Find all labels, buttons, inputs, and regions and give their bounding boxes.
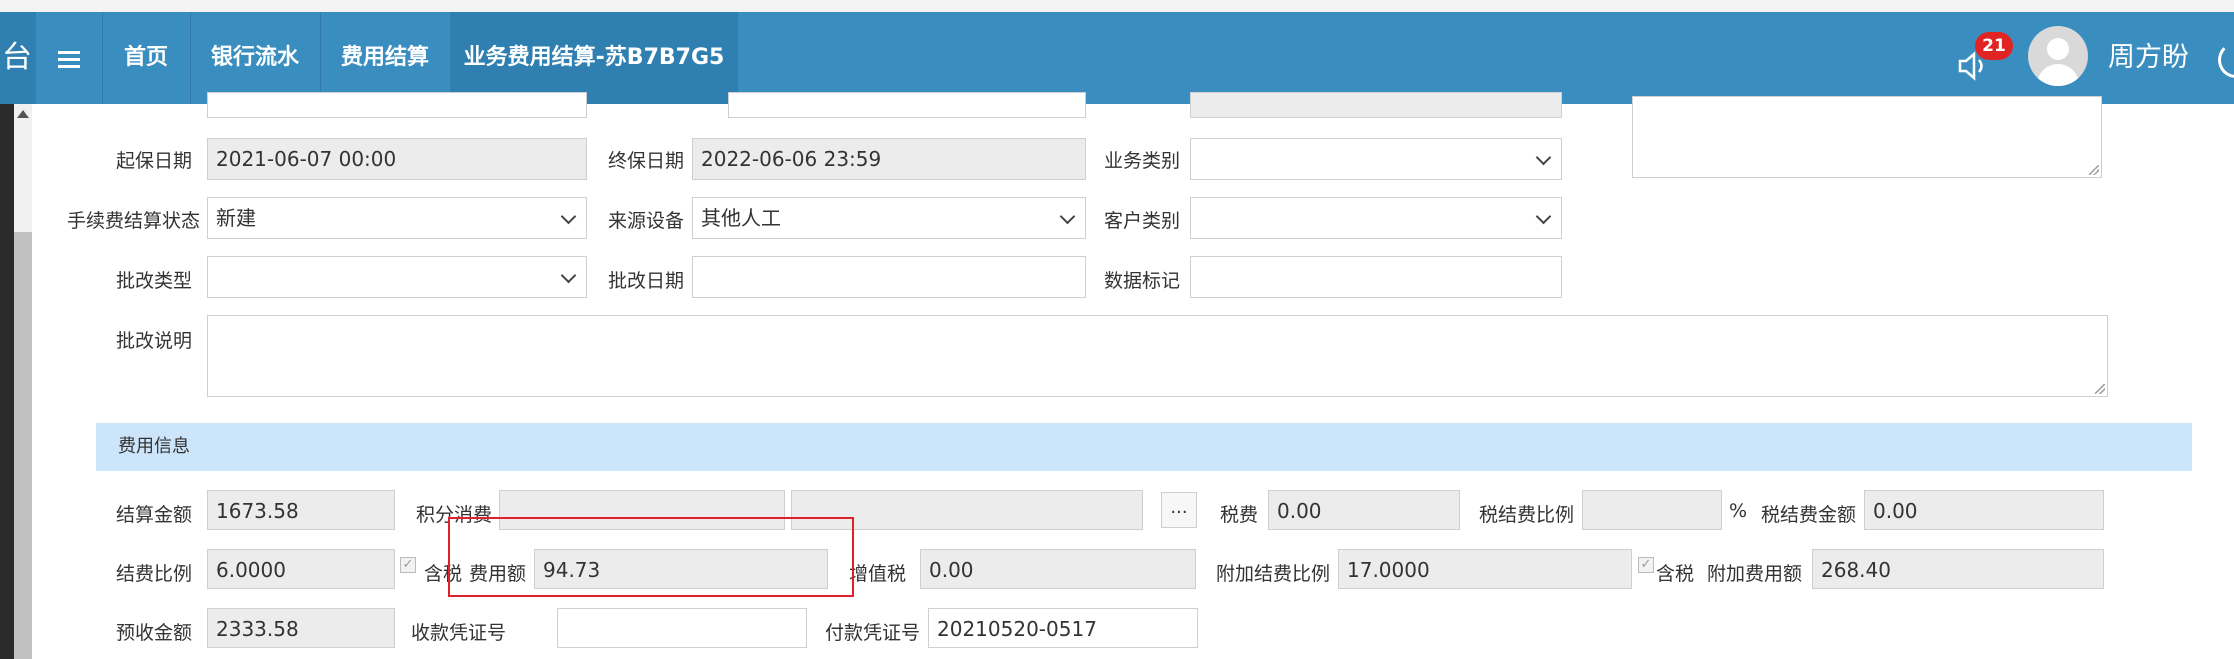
partial-field xyxy=(1190,92,1562,118)
source-device-select[interactable]: 其他人工 xyxy=(692,197,1086,239)
extra-amount-label: 附加费用额 xyxy=(1706,563,1802,585)
nav-item-fee-settlement[interactable]: 费用结算 xyxy=(320,12,450,104)
start-date-label: 起保日期 xyxy=(115,150,192,172)
endorse-desc-textarea[interactable] xyxy=(207,315,2108,397)
fee-ratio-field[interactable]: 6.0000 xyxy=(207,549,395,589)
chevron-down-icon xyxy=(560,267,577,284)
remark-textarea[interactable] xyxy=(1632,96,2102,178)
scroll-up-arrow-icon[interactable] xyxy=(17,110,29,118)
data-mark-field[interactable] xyxy=(1190,256,1562,298)
tax-settle-label: 税结费金额 xyxy=(1760,504,1856,526)
nav-left-stub[interactable]: 台 xyxy=(0,12,36,104)
tax-label: 税费 xyxy=(1219,504,1258,526)
nav-item-bank-flow[interactable]: 银行流水 xyxy=(190,12,320,104)
fee-ratio-label: 结费比例 xyxy=(115,563,192,585)
chevron-down-icon xyxy=(1535,149,1552,166)
section-title: 费用信息 xyxy=(118,436,190,457)
endorse-desc-label: 批改说明 xyxy=(115,330,192,352)
source-device-value: 其他人工 xyxy=(701,206,781,230)
end-date-label: 终保日期 xyxy=(607,150,684,172)
fee-status-label: 手续费结算状态 xyxy=(66,210,200,232)
nav-item-business-fee-tab[interactable]: 业务费用结算-苏B7B7G5 xyxy=(450,12,738,104)
customer-type-select[interactable] xyxy=(1190,197,1562,239)
data-mark-label: 数据标记 xyxy=(1103,270,1180,292)
points-lookup-button[interactable]: ... xyxy=(1161,492,1197,528)
fee-info-section-header: 费用信息 xyxy=(96,423,2192,471)
tax-included-label-2: 含税 xyxy=(1656,563,1695,585)
payment-voucher-field[interactable]: 20210520-0517 xyxy=(928,608,1198,648)
partial-field xyxy=(728,92,1086,118)
tax-ratio-unit: % xyxy=(1729,500,1748,522)
top-navbar: 台 首页 银行流水 费用结算 业务费用结算-苏B7B7G5 21 周方盼 xyxy=(0,12,2234,104)
chevron-down-icon xyxy=(1535,208,1552,225)
highlight-box xyxy=(448,517,854,597)
receipt-voucher-label: 收款凭证号 xyxy=(410,622,506,644)
fee-status-value: 新建 xyxy=(216,206,256,230)
username[interactable]: 周方盼 xyxy=(2108,12,2189,104)
extra-amount-field[interactable]: 268.40 xyxy=(1812,549,2104,589)
tax-ratio-label: 税结费比例 xyxy=(1478,504,1574,526)
notification-badge[interactable]: 21 xyxy=(1975,32,2013,60)
tax-field[interactable]: 0.00 xyxy=(1268,490,1460,530)
avatar[interactable] xyxy=(2028,26,2088,86)
source-device-label: 来源设备 xyxy=(607,210,684,232)
tax-included-checkbox-2[interactable]: ✓ xyxy=(1638,557,1654,573)
scrollbar-thumb[interactable] xyxy=(14,232,32,659)
endorse-date-label: 批改日期 xyxy=(607,270,684,292)
vat-field[interactable]: 0.00 xyxy=(920,549,1196,589)
tax-ratio-field[interactable] xyxy=(1582,490,1722,530)
fee-status-select[interactable]: 新建 xyxy=(207,197,587,239)
business-type-select[interactable] xyxy=(1190,138,1562,180)
vat-label: 增值税 xyxy=(848,563,906,585)
extra-ratio-field[interactable]: 17.0000 xyxy=(1338,549,1632,589)
chevron-down-icon xyxy=(560,208,577,225)
settle-amount-field[interactable]: 1673.58 xyxy=(207,490,395,530)
nav-item-home[interactable]: 首页 xyxy=(102,12,190,104)
endorse-type-select[interactable] xyxy=(207,256,587,298)
tax-settle-field[interactable]: 0.00 xyxy=(1864,490,2104,530)
business-type-label: 业务类别 xyxy=(1103,150,1180,172)
menu-icon[interactable] xyxy=(52,12,92,104)
partial-field xyxy=(207,92,587,118)
endorse-date-field[interactable] xyxy=(692,256,1086,298)
endorse-type-label: 批改类型 xyxy=(115,270,192,292)
customer-type-label: 客户类别 xyxy=(1103,210,1180,232)
receipt-voucher-field[interactable] xyxy=(557,608,807,648)
payment-voucher-label: 付款凭证号 xyxy=(824,622,920,644)
settle-amount-label: 结算金额 xyxy=(115,504,192,526)
start-date-field[interactable]: 2021-06-07 00:00 xyxy=(207,138,587,180)
left-dark-strip xyxy=(0,104,14,659)
prepaid-label: 预收金额 xyxy=(115,622,192,644)
end-date-field[interactable]: 2022-06-06 23:59 xyxy=(692,138,1086,180)
tax-included-checkbox[interactable]: ✓ xyxy=(400,557,416,573)
extra-ratio-label: 附加结费比例 xyxy=(1215,563,1330,585)
prepaid-field[interactable]: 2333.58 xyxy=(207,608,395,648)
chevron-down-icon xyxy=(1059,208,1076,225)
power-icon[interactable] xyxy=(2218,42,2234,78)
